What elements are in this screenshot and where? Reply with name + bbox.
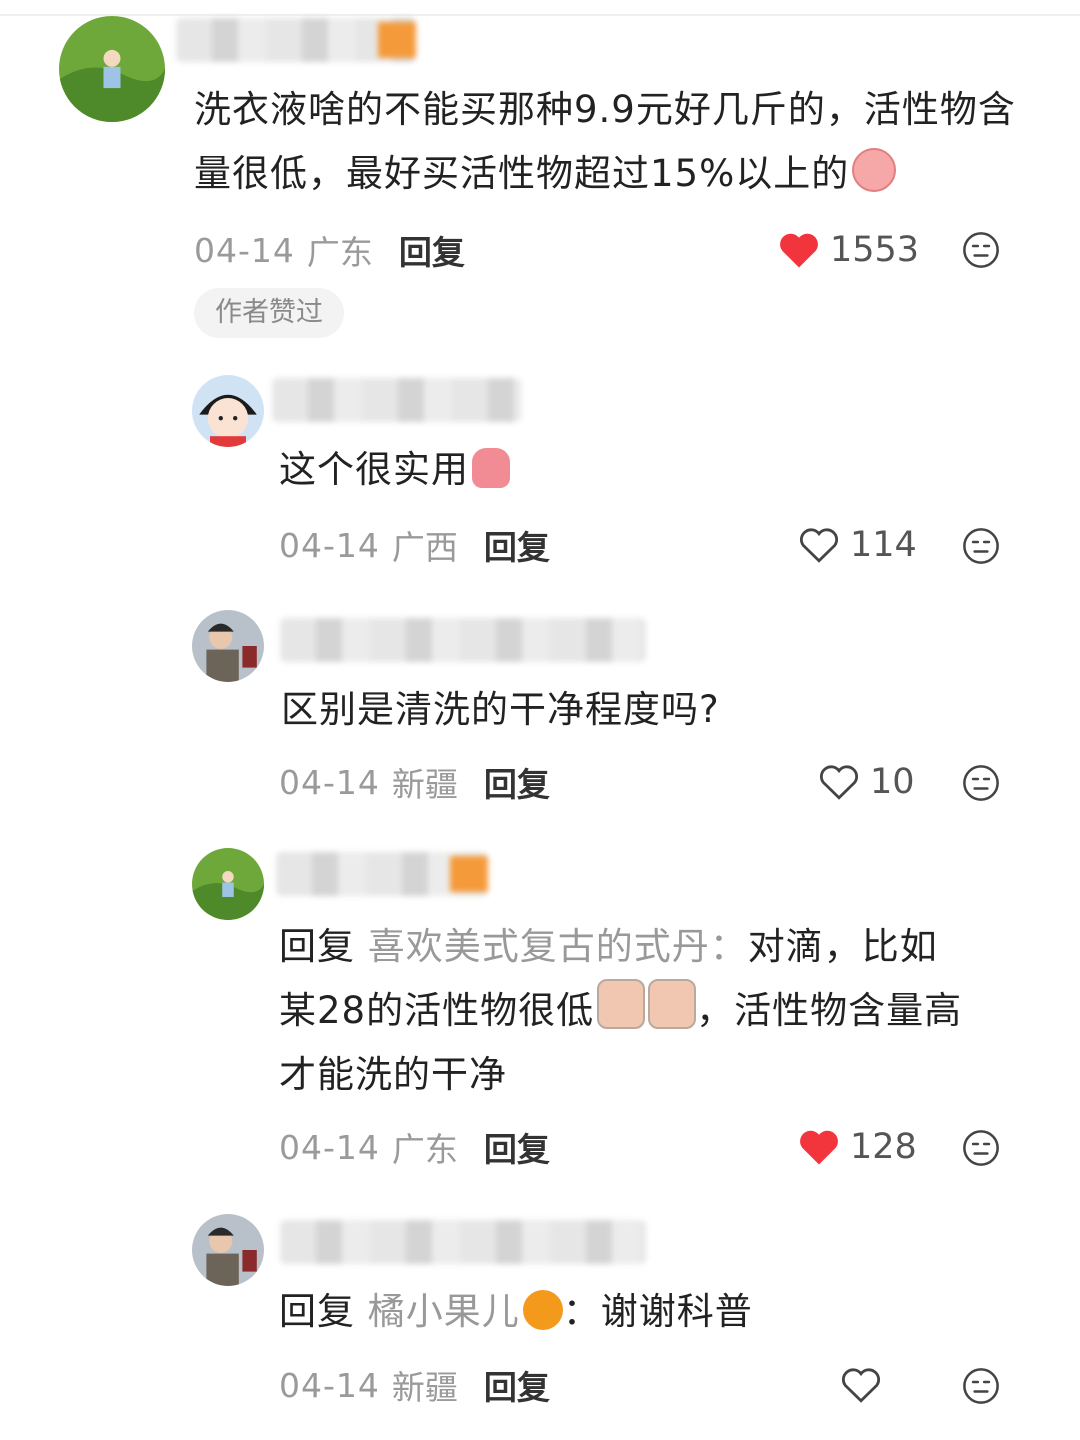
like-button[interactable]: 128 — [798, 1122, 917, 1172]
comment-meta: 04-14 新疆 回复 — [279, 757, 550, 807]
avatar-photo-woman — [192, 1214, 264, 1286]
orange-emoji-icon — [522, 1290, 563, 1330]
neutral-face-icon[interactable] — [962, 1367, 1000, 1405]
like-button[interactable]: 114 — [798, 520, 917, 570]
reply-button[interactable]: 回复 — [484, 758, 550, 806]
like-button[interactable]: 1553 — [778, 225, 919, 275]
username-blurred[interactable] — [176, 18, 416, 62]
neutral-face-icon[interactable] — [962, 1129, 1000, 1167]
comment-text: 这个很实用 — [279, 438, 979, 502]
heart-outline-icon — [842, 1368, 880, 1403]
author-liked-badge: 作者赞过 — [194, 288, 344, 338]
like-count: 10 — [870, 762, 915, 802]
comment-location: 广东 — [391, 1130, 458, 1169]
divider — [0, 14, 1080, 16]
sticker-emoji-icon — [648, 979, 697, 1029]
username-blurred[interactable] — [272, 378, 522, 422]
reply-button[interactable]: 回复 — [484, 1361, 550, 1409]
comment-meta: 04-14 广东 回复 — [279, 1122, 550, 1172]
username-blurred[interactable] — [276, 852, 488, 896]
avatar-cartoon-girl — [192, 375, 264, 447]
comment-location: 广东 — [306, 233, 373, 272]
heart-icon — [800, 1130, 838, 1165]
like-count: 114 — [850, 525, 917, 565]
comment-location: 新疆 — [391, 765, 458, 804]
reply-button[interactable]: 回复 — [484, 1123, 550, 1171]
comment-location: 新疆 — [391, 1368, 458, 1407]
reply-button[interactable]: 回复 — [399, 226, 465, 274]
comment-location: 广西 — [391, 528, 458, 567]
reply-button[interactable]: 回复 — [484, 521, 550, 569]
neutral-face-icon[interactable] — [962, 764, 1000, 802]
heart-icon — [780, 233, 818, 268]
avatar-photo-woman — [192, 610, 264, 682]
comment-meta: 04-14 广东 回复 — [194, 225, 465, 275]
comment-text: 区别是清洗的干净程度吗? — [281, 688, 720, 731]
avatar-photo-grass — [59, 16, 165, 122]
reply-target-user[interactable]: 橘小果儿 — [368, 1290, 563, 1333]
comment-date: 04-14 — [194, 230, 295, 270]
avatar[interactable] — [192, 610, 264, 682]
comment-meta: 04-14 新疆 回复 — [279, 1360, 550, 1410]
thumbs-up-emoji-icon — [472, 448, 510, 488]
comment-date: 04-14 — [279, 762, 380, 802]
username-badge — [378, 22, 416, 58]
comment-date: 04-14 — [279, 1127, 380, 1167]
like-button[interactable]: 10 — [818, 757, 915, 807]
sticker-emoji-icon — [597, 979, 646, 1029]
comment-text: 回复 喜欢美式复古的式丹：对滴，比如 某28的活性物很低 ，活性物含量高 才能洗的… — [279, 925, 963, 1096]
like-count: 1553 — [830, 230, 920, 270]
neutral-face-icon[interactable] — [962, 231, 1000, 269]
comment-meta: 04-14 广西 回复 — [279, 520, 550, 570]
avatar-photo-grass — [192, 848, 264, 920]
like-count: 128 — [850, 1127, 917, 1167]
username-blurred[interactable] — [280, 618, 646, 662]
comment-date: 04-14 — [279, 525, 380, 565]
avatar[interactable] — [59, 16, 165, 122]
avatar[interactable] — [192, 375, 264, 447]
reply-target-user[interactable]: 喜欢美式复古的式丹： — [368, 925, 748, 968]
username-blurred[interactable] — [280, 1220, 646, 1264]
pig-emoji-icon — [852, 148, 897, 192]
avatar[interactable] — [192, 1214, 264, 1286]
username-badge — [450, 856, 488, 892]
neutral-face-icon[interactable] — [962, 527, 1000, 565]
avatar[interactable] — [192, 848, 264, 920]
like-button[interactable] — [840, 1360, 892, 1410]
comment-date: 04-14 — [279, 1365, 380, 1405]
heart-outline-icon — [800, 528, 838, 563]
heart-outline-icon — [820, 765, 858, 800]
comment-text: 回复 橘小果儿 ：谢谢科普 — [279, 1290, 753, 1333]
comment-text: 洗衣液啥的不能买那种9.9元好几斤的，活性物含量很低，最好买活性物超过15%以上… — [194, 88, 1016, 195]
